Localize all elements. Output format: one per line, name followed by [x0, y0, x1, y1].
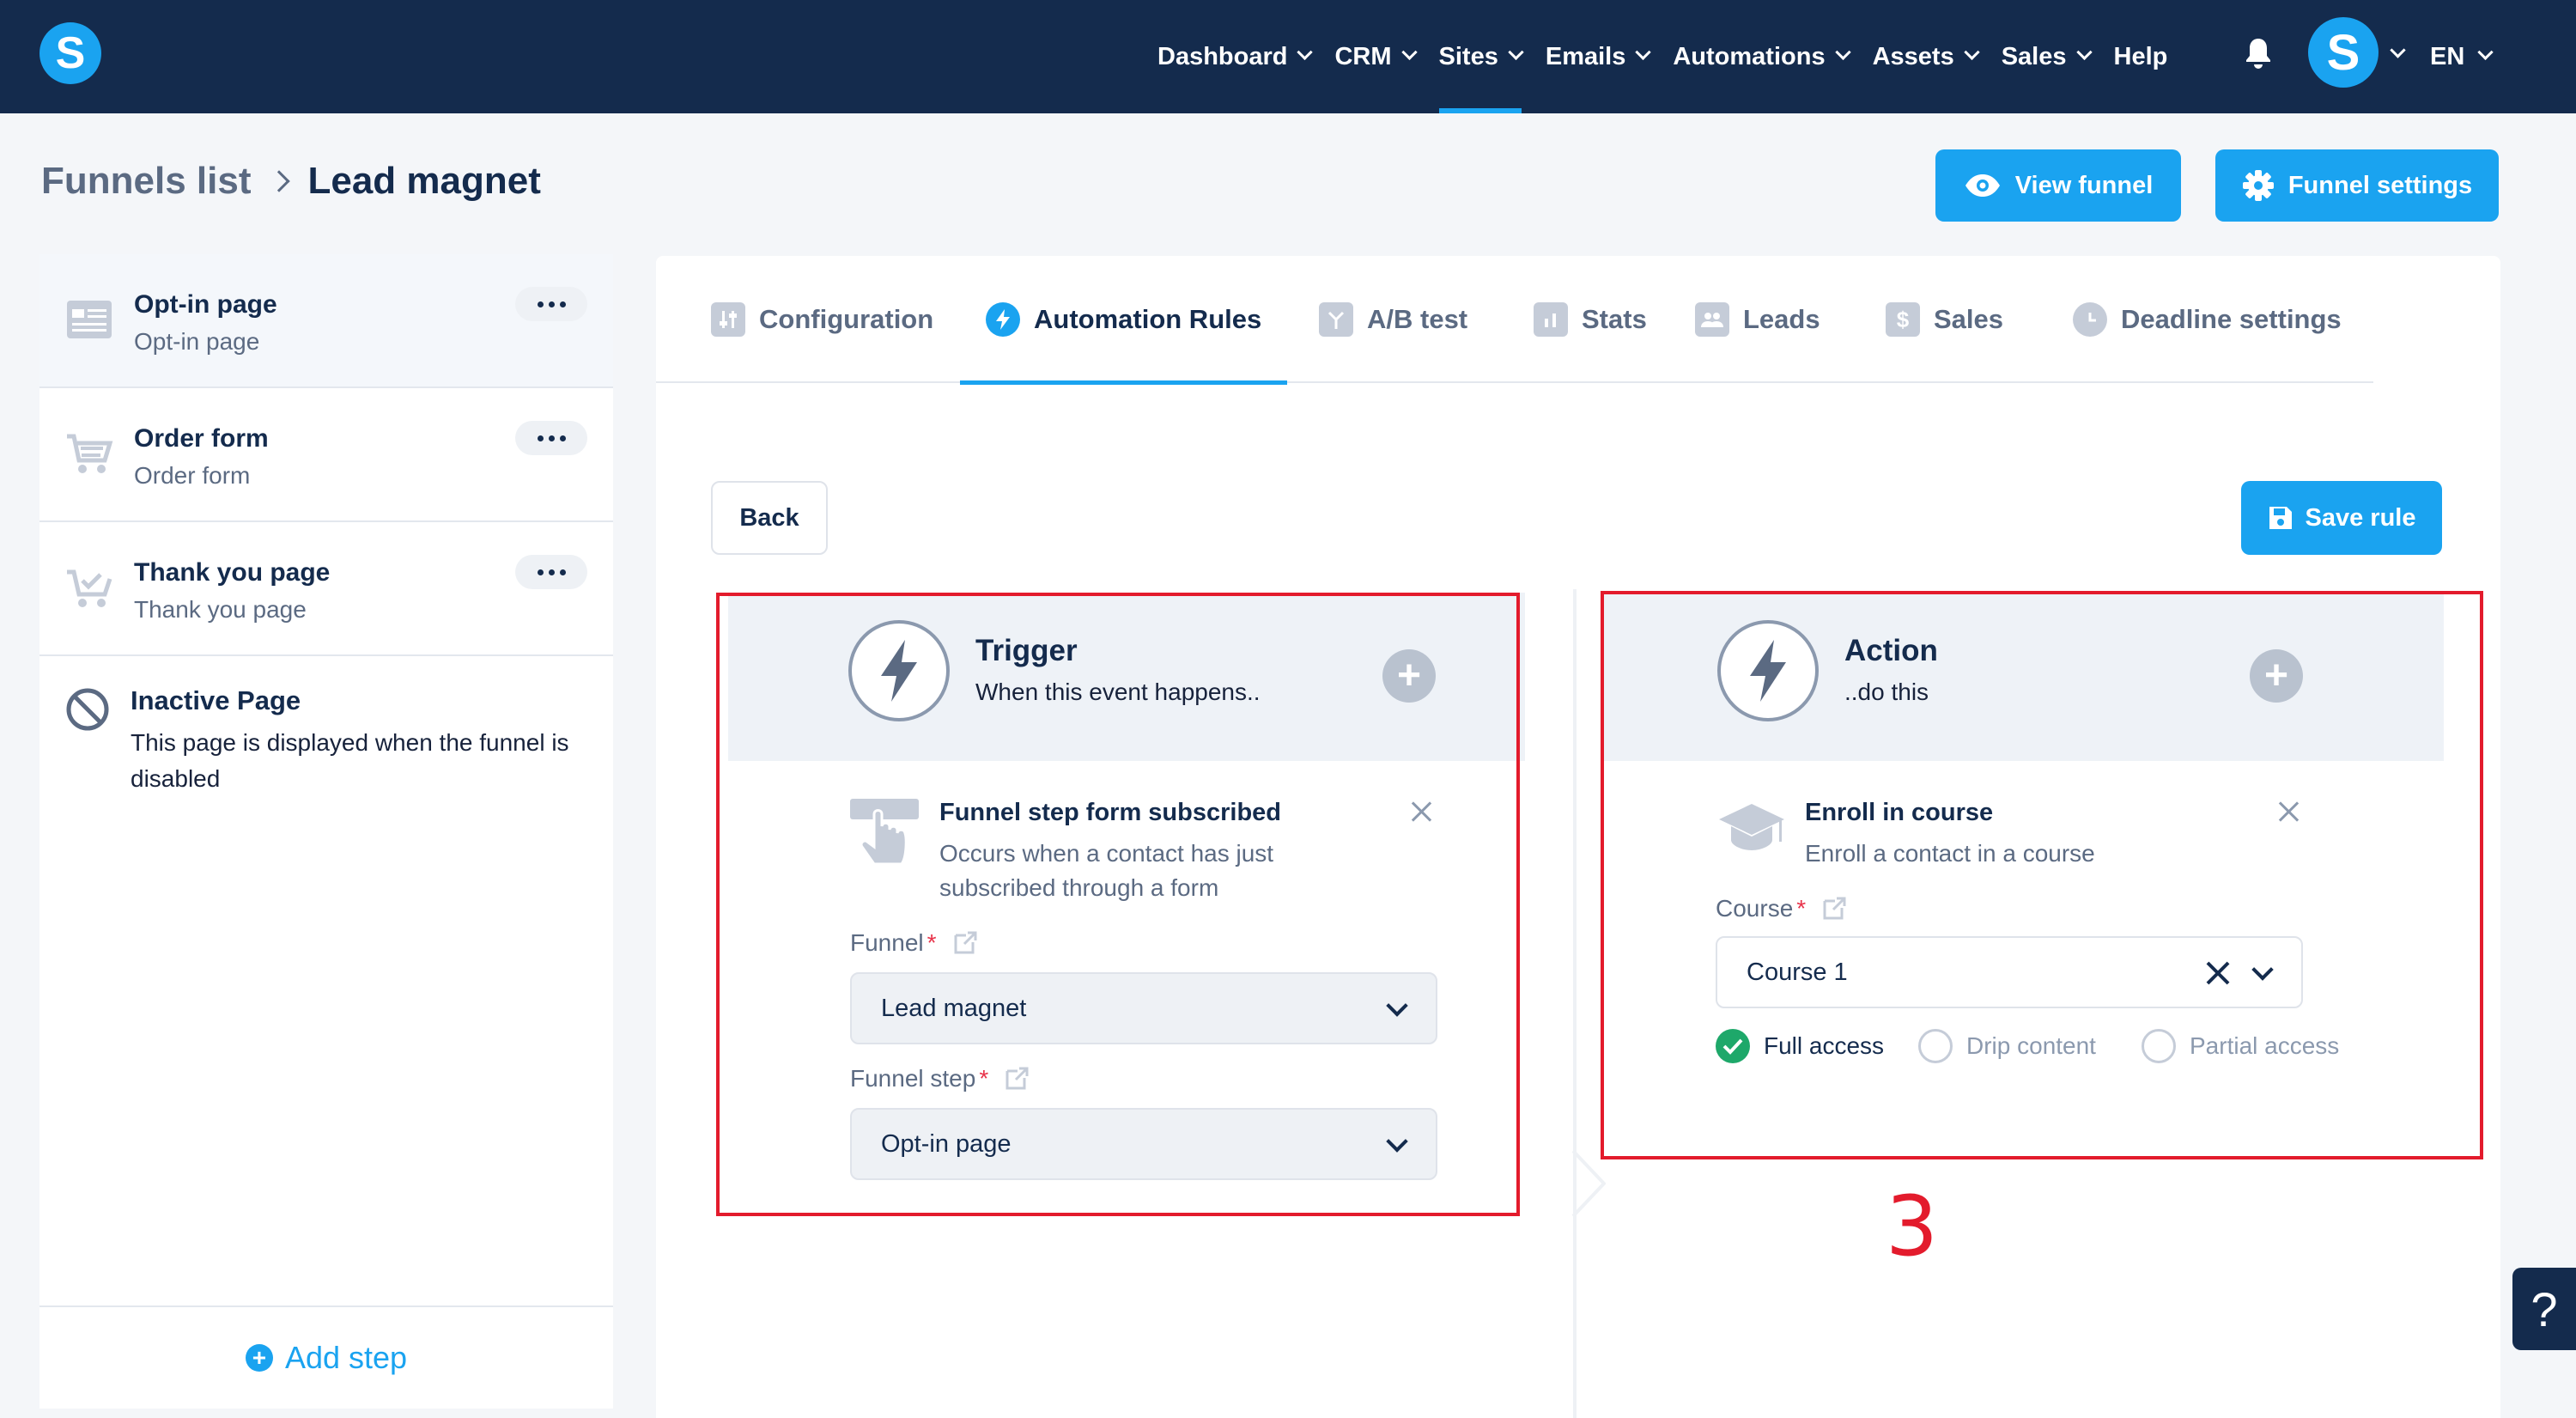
chevron-down-icon: [1635, 44, 1652, 60]
tab-bar: Configuration Automation Rules A/B test …: [656, 256, 2373, 385]
tab-stats[interactable]: Stats: [1534, 256, 1647, 383]
dollar-icon: $: [1886, 302, 1920, 337]
ban-icon: [66, 688, 109, 731]
inactive-page-title: Inactive Page: [131, 685, 301, 715]
floppy-disk-icon: [2269, 507, 2292, 529]
nav-emails-label: Emails: [1545, 42, 1626, 70]
chevron-down-icon: [2075, 44, 2093, 60]
chevron-down-icon: [1400, 44, 1418, 60]
chevron-down-icon[interactable]: [2390, 42, 2406, 58]
sliders-icon: [711, 302, 745, 337]
main-menu: Dashboard CRM Sites Emails Automations A…: [1145, 0, 2179, 113]
page-title: Lead magnet: [307, 160, 541, 202]
clock-icon: [2073, 302, 2107, 337]
step-title: Thank you page: [134, 558, 331, 587]
nav-crm[interactable]: CRM: [1322, 0, 1426, 113]
chevron-down-icon: [1508, 44, 1524, 60]
more-options-button[interactable]: [515, 287, 587, 321]
plus-circle-icon: +: [245, 1344, 273, 1372]
view-funnel-label: View funnel: [2014, 171, 2154, 199]
tab-automation-rules[interactable]: Automation Rules: [959, 256, 1288, 385]
nav-automations[interactable]: Automations: [1661, 0, 1860, 113]
page-layout-icon: [67, 301, 112, 338]
eye-icon: [1965, 174, 2000, 197]
tab-leads[interactable]: Leads: [1695, 256, 1820, 383]
bar-chart-icon: [1534, 302, 1568, 337]
annotation-number: 3: [1886, 1178, 1939, 1275]
language-label: EN: [2430, 42, 2465, 70]
step-subtitle: Opt-in page: [134, 328, 260, 355]
back-button[interactable]: Back: [711, 481, 828, 555]
nav-automations-label: Automations: [1673, 42, 1826, 70]
step-title: Opt-in page: [134, 290, 277, 319]
top-navbar: S Dashboard CRM Sites Emails Automations…: [0, 0, 2576, 113]
nav-help[interactable]: Help: [2102, 0, 2180, 113]
annotation-box-trigger: [716, 593, 1520, 1216]
nav-sales-label: Sales: [2001, 42, 2067, 70]
nav-dashboard-label: Dashboard: [1157, 42, 1288, 70]
funnel-steps-sidebar: Opt-in page Opt-in page Order form Order…: [39, 254, 613, 1409]
save-rule-button[interactable]: Save rule: [2241, 481, 2442, 555]
more-options-button[interactable]: [515, 421, 587, 455]
bell-icon[interactable]: [2243, 36, 2274, 70]
nav-crm-label: CRM: [1334, 42, 1392, 70]
step-title: Order form: [134, 424, 269, 453]
step-order-form[interactable]: Order form Order form: [39, 388, 613, 522]
inactive-page-description: This page is displayed when the funnel i…: [131, 729, 569, 792]
nav-sales[interactable]: Sales: [1990, 0, 2102, 113]
chevron-down-icon: [2477, 44, 2494, 60]
nav-dashboard[interactable]: Dashboard: [1145, 0, 1322, 113]
users-icon: [1695, 302, 1729, 337]
tab-deadline-settings[interactable]: Deadline settings: [2073, 256, 2342, 383]
step-subtitle: Order form: [134, 462, 251, 489]
save-rule-label: Save rule: [2305, 503, 2416, 532]
inactive-page-item[interactable]: Inactive Page This page is displayed whe…: [39, 658, 613, 830]
nav-emails[interactable]: Emails: [1534, 0, 1662, 113]
cart-icon: [67, 434, 113, 473]
funnel-settings-button[interactable]: Funnel settings: [2215, 149, 2499, 222]
funnel-settings-label: Funnel settings: [2287, 171, 2473, 199]
chevron-down-icon: [1834, 44, 1851, 60]
tab-label: Deadline settings: [2121, 304, 2342, 334]
tab-label: Stats: [1582, 304, 1647, 334]
annotation-box-action: [1601, 591, 2483, 1159]
step-subtitle: Thank you page: [134, 596, 307, 623]
chevron-down-icon: [1964, 44, 1980, 60]
language-selector[interactable]: EN: [2430, 0, 2494, 113]
help-button[interactable]: ?: [2512, 1268, 2576, 1350]
chevron-down-icon: [1297, 44, 1314, 60]
breadcrumb: Funnels list Lead magnet: [41, 160, 541, 203]
nav-assets-label: Assets: [1872, 42, 1954, 70]
cart-check-icon: [67, 569, 112, 607]
nav-sites-label: Sites: [1438, 42, 1498, 70]
tab-label: Automation Rules: [1034, 304, 1262, 334]
app-logo[interactable]: S: [39, 22, 101, 84]
nav-sites[interactable]: Sites: [1427, 0, 1534, 113]
tab-label: Sales: [1934, 304, 2004, 334]
tab-label: A/B test: [1367, 304, 1468, 334]
column-divider: [1573, 589, 1577, 1418]
flow-connector-arrow: [1571, 1149, 1606, 1218]
user-avatar[interactable]: S: [2308, 17, 2379, 88]
tab-label: Configuration: [759, 304, 934, 334]
chevron-right-icon: [268, 170, 291, 192]
more-options-button[interactable]: [515, 555, 587, 589]
split-icon: [1319, 302, 1353, 337]
nav-assets[interactable]: Assets: [1861, 0, 1990, 113]
step-thank-you-page[interactable]: Thank you page Thank you page: [39, 522, 613, 656]
tab-label: Leads: [1743, 304, 1820, 334]
step-opt-in-page[interactable]: Opt-in page Opt-in page: [39, 254, 613, 388]
add-step-button[interactable]: + Add step: [39, 1305, 613, 1409]
add-step-label: Add step: [284, 1340, 408, 1375]
nav-help-label: Help: [2113, 42, 2168, 70]
view-funnel-button[interactable]: View funnel: [1935, 149, 2181, 222]
bolt-icon: [986, 302, 1020, 337]
breadcrumb-funnels-list[interactable]: Funnels list: [41, 160, 251, 203]
tab-configuration[interactable]: Configuration: [711, 256, 933, 383]
tab-sales[interactable]: $ Sales: [1886, 256, 2003, 383]
gear-icon: [2242, 170, 2274, 201]
tab-ab-test[interactable]: A/B test: [1319, 256, 1467, 383]
